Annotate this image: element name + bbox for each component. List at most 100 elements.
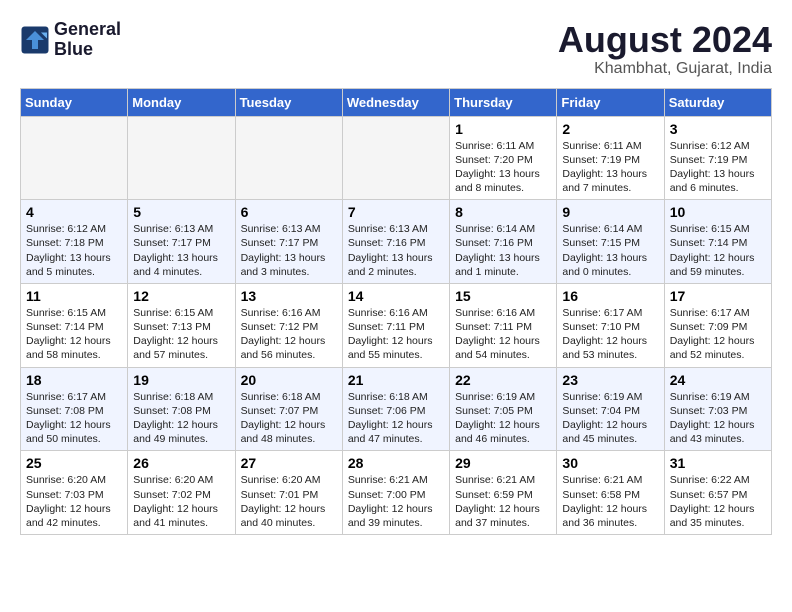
day-number: 30 bbox=[562, 455, 658, 471]
calendar-week-row: 18 Sunrise: 6:17 AM Sunset: 7:08 PM Dayli… bbox=[21, 367, 772, 451]
col-header-sunday: Sunday bbox=[21, 88, 128, 116]
day-number: 13 bbox=[241, 288, 337, 304]
day-number: 26 bbox=[133, 455, 229, 471]
calendar-table: SundayMondayTuesdayWednesdayThursdayFrid… bbox=[20, 88, 772, 535]
logo-icon bbox=[20, 25, 50, 55]
col-header-wednesday: Wednesday bbox=[342, 88, 449, 116]
day-number: 10 bbox=[670, 204, 766, 220]
page-header: General Blue August 2024 Khambhat, Gujar… bbox=[20, 20, 772, 78]
day-cell: 20 Sunrise: 6:18 AM Sunset: 7:07 PM Dayli… bbox=[235, 367, 342, 451]
day-info: Sunrise: 6:11 AM Sunset: 7:19 PM Dayligh… bbox=[562, 139, 658, 196]
day-cell: 14 Sunrise: 6:16 AM Sunset: 7:11 PM Dayli… bbox=[342, 283, 449, 367]
day-number: 21 bbox=[348, 372, 444, 388]
day-info: Sunrise: 6:18 AM Sunset: 7:06 PM Dayligh… bbox=[348, 390, 444, 447]
day-cell: 19 Sunrise: 6:18 AM Sunset: 7:08 PM Dayli… bbox=[128, 367, 235, 451]
day-number: 31 bbox=[670, 455, 766, 471]
day-cell: 6 Sunrise: 6:13 AM Sunset: 7:17 PM Daylig… bbox=[235, 200, 342, 284]
day-info: Sunrise: 6:19 AM Sunset: 7:05 PM Dayligh… bbox=[455, 390, 551, 447]
col-header-monday: Monday bbox=[128, 88, 235, 116]
day-cell: 2Sunrise: 6:11 AM Sunset: 7:19 PM Daylig… bbox=[557, 116, 664, 200]
calendar-week-row: 4Sunrise: 6:12 AM Sunset: 7:18 PM Daylig… bbox=[21, 200, 772, 284]
day-number: 19 bbox=[133, 372, 229, 388]
day-cell: 15 Sunrise: 6:16 AM Sunset: 7:11 PM Dayli… bbox=[450, 283, 557, 367]
day-number: 16 bbox=[562, 288, 658, 304]
day-cell: 25Sunrise: 6:20 AM Sunset: 7:03 PM Dayli… bbox=[21, 451, 128, 535]
col-header-tuesday: Tuesday bbox=[235, 88, 342, 116]
day-number: 20 bbox=[241, 372, 337, 388]
day-number: 23 bbox=[562, 372, 658, 388]
calendar-week-row: 11 Sunrise: 6:15 AM Sunset: 7:14 PM Dayli… bbox=[21, 283, 772, 367]
page-title: August 2024 bbox=[558, 20, 772, 60]
day-number: 4 bbox=[26, 204, 122, 220]
day-cell: 21 Sunrise: 6:18 AM Sunset: 7:06 PM Dayli… bbox=[342, 367, 449, 451]
day-info: Sunrise: 6:16 AM Sunset: 7:11 PM Dayligh… bbox=[455, 306, 551, 363]
day-number: 9 bbox=[562, 204, 658, 220]
day-cell: 12 Sunrise: 6:15 AM Sunset: 7:13 PM Dayli… bbox=[128, 283, 235, 367]
day-cell: 11 Sunrise: 6:15 AM Sunset: 7:14 PM Dayli… bbox=[21, 283, 128, 367]
day-info: Sunrise: 6:21 AM Sunset: 6:59 PM Dayligh… bbox=[455, 473, 551, 530]
col-header-friday: Friday bbox=[557, 88, 664, 116]
day-info: Sunrise: 6:14 AM Sunset: 7:16 PM Dayligh… bbox=[455, 222, 551, 279]
day-info: Sunrise: 6:15 AM Sunset: 7:14 PM Dayligh… bbox=[670, 222, 766, 279]
day-number: 8 bbox=[455, 204, 551, 220]
day-info: Sunrise: 6:13 AM Sunset: 7:17 PM Dayligh… bbox=[241, 222, 337, 279]
col-header-saturday: Saturday bbox=[664, 88, 771, 116]
day-cell: 31 Sunrise: 6:22 AM Sunset: 6:57 PM Dayli… bbox=[664, 451, 771, 535]
day-cell: 4Sunrise: 6:12 AM Sunset: 7:18 PM Daylig… bbox=[21, 200, 128, 284]
empty-cell bbox=[128, 116, 235, 200]
day-info: Sunrise: 6:11 AM Sunset: 7:20 PM Dayligh… bbox=[455, 139, 551, 196]
day-number: 18 bbox=[26, 372, 122, 388]
day-info: Sunrise: 6:21 AM Sunset: 6:58 PM Dayligh… bbox=[562, 473, 658, 530]
day-cell: 10 Sunrise: 6:15 AM Sunset: 7:14 PM Dayli… bbox=[664, 200, 771, 284]
empty-cell bbox=[21, 116, 128, 200]
day-info: Sunrise: 6:18 AM Sunset: 7:08 PM Dayligh… bbox=[133, 390, 229, 447]
day-number: 6 bbox=[241, 204, 337, 220]
calendar-header-row: SundayMondayTuesdayWednesdayThursdayFrid… bbox=[21, 88, 772, 116]
logo-text: General Blue bbox=[54, 20, 121, 60]
day-info: Sunrise: 6:21 AM Sunset: 7:00 PM Dayligh… bbox=[348, 473, 444, 530]
day-cell: 5Sunrise: 6:13 AM Sunset: 7:17 PM Daylig… bbox=[128, 200, 235, 284]
day-number: 28 bbox=[348, 455, 444, 471]
day-number: 3 bbox=[670, 121, 766, 137]
day-cell: 1 Sunrise: 6:11 AM Sunset: 7:20 PM Daylig… bbox=[450, 116, 557, 200]
day-number: 7 bbox=[348, 204, 444, 220]
day-number: 14 bbox=[348, 288, 444, 304]
day-cell: 17Sunrise: 6:17 AM Sunset: 7:09 PM Dayli… bbox=[664, 283, 771, 367]
day-cell: 8 Sunrise: 6:14 AM Sunset: 7:16 PM Daylig… bbox=[450, 200, 557, 284]
day-info: Sunrise: 6:16 AM Sunset: 7:12 PM Dayligh… bbox=[241, 306, 337, 363]
day-number: 1 bbox=[455, 121, 551, 137]
day-info: Sunrise: 6:20 AM Sunset: 7:01 PM Dayligh… bbox=[241, 473, 337, 530]
day-info: Sunrise: 6:15 AM Sunset: 7:14 PM Dayligh… bbox=[26, 306, 122, 363]
day-cell: 23 Sunrise: 6:19 AM Sunset: 7:04 PM Dayli… bbox=[557, 367, 664, 451]
day-cell: 27 Sunrise: 6:20 AM Sunset: 7:01 PM Dayli… bbox=[235, 451, 342, 535]
day-cell: 26 Sunrise: 6:20 AM Sunset: 7:02 PM Dayli… bbox=[128, 451, 235, 535]
day-cell: 29Sunrise: 6:21 AM Sunset: 6:59 PM Dayli… bbox=[450, 451, 557, 535]
logo-line2: Blue bbox=[54, 40, 121, 60]
day-number: 27 bbox=[241, 455, 337, 471]
day-number: 15 bbox=[455, 288, 551, 304]
day-number: 24 bbox=[670, 372, 766, 388]
day-info: Sunrise: 6:15 AM Sunset: 7:13 PM Dayligh… bbox=[133, 306, 229, 363]
day-number: 12 bbox=[133, 288, 229, 304]
day-info: Sunrise: 6:17 AM Sunset: 7:08 PM Dayligh… bbox=[26, 390, 122, 447]
day-info: Sunrise: 6:20 AM Sunset: 7:02 PM Dayligh… bbox=[133, 473, 229, 530]
day-number: 17 bbox=[670, 288, 766, 304]
day-cell: 3Sunrise: 6:12 AM Sunset: 7:19 PM Daylig… bbox=[664, 116, 771, 200]
day-info: Sunrise: 6:17 AM Sunset: 7:10 PM Dayligh… bbox=[562, 306, 658, 363]
calendar-week-row: 1 Sunrise: 6:11 AM Sunset: 7:20 PM Daylig… bbox=[21, 116, 772, 200]
day-info: Sunrise: 6:19 AM Sunset: 7:04 PM Dayligh… bbox=[562, 390, 658, 447]
page-subtitle: Khambhat, Gujarat, India bbox=[558, 60, 772, 78]
day-number: 11 bbox=[26, 288, 122, 304]
day-info: Sunrise: 6:18 AM Sunset: 7:07 PM Dayligh… bbox=[241, 390, 337, 447]
col-header-thursday: Thursday bbox=[450, 88, 557, 116]
day-cell: 28 Sunrise: 6:21 AM Sunset: 7:00 PM Dayli… bbox=[342, 451, 449, 535]
day-info: Sunrise: 6:14 AM Sunset: 7:15 PM Dayligh… bbox=[562, 222, 658, 279]
day-info: Sunrise: 6:16 AM Sunset: 7:11 PM Dayligh… bbox=[348, 306, 444, 363]
title-block: August 2024 Khambhat, Gujarat, India bbox=[558, 20, 772, 78]
day-info: Sunrise: 6:13 AM Sunset: 7:17 PM Dayligh… bbox=[133, 222, 229, 279]
day-info: Sunrise: 6:22 AM Sunset: 6:57 PM Dayligh… bbox=[670, 473, 766, 530]
day-cell: 22Sunrise: 6:19 AM Sunset: 7:05 PM Dayli… bbox=[450, 367, 557, 451]
calendar-week-row: 25Sunrise: 6:20 AM Sunset: 7:03 PM Dayli… bbox=[21, 451, 772, 535]
day-cell: 7Sunrise: 6:13 AM Sunset: 7:16 PM Daylig… bbox=[342, 200, 449, 284]
empty-cell bbox=[235, 116, 342, 200]
